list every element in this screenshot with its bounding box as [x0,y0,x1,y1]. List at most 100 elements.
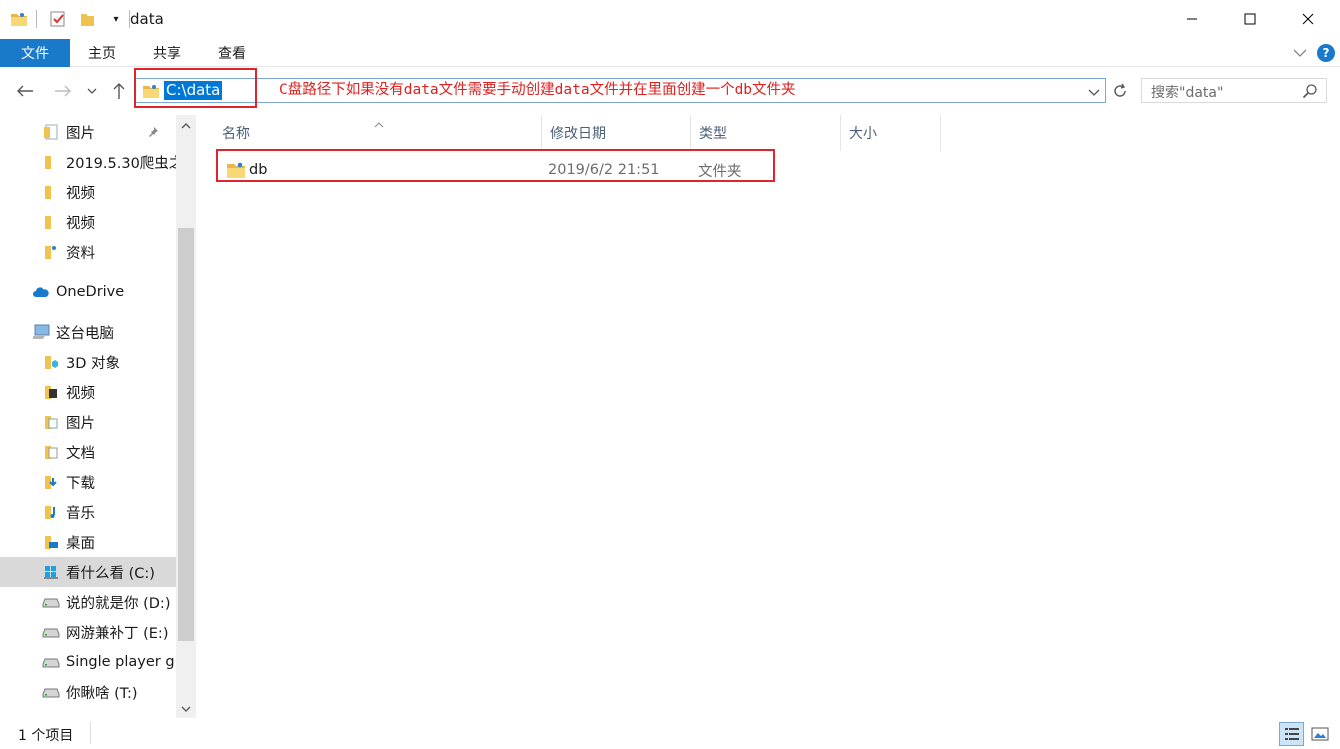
sidebar-item-label: 资料 [66,245,95,262]
sidebar-item-videos-1[interactable]: 视频 [0,177,176,207]
videos-icon [42,383,60,401]
sidebar-item-label: Single player g [66,654,175,670]
sidebar-item-label: 图片 [66,125,95,142]
chevron-down-icon [1293,49,1307,57]
column-header-size[interactable]: 大小 [841,115,941,151]
status-divider [90,722,91,744]
pictures-folder-icon [42,123,60,141]
column-header-name[interactable]: 名称 [214,115,542,151]
forward-button[interactable] [51,79,75,103]
sidebar-item-desktop[interactable]: 桌面 [0,527,176,557]
sidebar-item-videos[interactable]: 视频 [0,377,176,407]
item-count: 1 个项目 [18,728,74,744]
windows-drive-icon [42,563,60,581]
minimize-icon [1187,18,1197,20]
downloads-icon [42,473,60,491]
cloud-icon [32,283,50,301]
sidebar-item-documents[interactable]: 文档 [0,437,176,467]
sidebar-item-label: 这台电脑 [56,325,114,342]
back-arrow-icon [17,85,33,97]
up-arrow-icon [113,83,125,99]
drive-icon [42,683,60,701]
column-header-type[interactable]: 类型 [691,115,841,151]
sidebar-item-label: 下载 [66,475,95,492]
tab-file[interactable]: 文件 [0,39,70,67]
large-icons-view-button[interactable] [1307,722,1332,746]
scrollbar-thumb[interactable] [178,228,194,641]
annotation-highlight-box [216,149,775,182]
sidebar-item-label: 你瞅啥 (T:) [66,685,138,702]
drive-icon [42,623,60,641]
chevron-up-icon [181,122,191,129]
address-bar[interactable]: C:\data C盘路径下如果没有data文件需要手动创建data文件并在里面创… [135,78,1106,103]
pin-icon[interactable] [147,126,159,138]
up-button[interactable] [107,79,131,103]
sidebar-item-drive-e[interactable]: 网游兼补丁 (E:) [0,617,176,647]
sidebar-item-this-pc[interactable]: 这台电脑 [0,317,176,347]
sidebar-scrollbar[interactable] [176,115,196,718]
annotation-text: C盘路径下如果没有data文件需要手动创建data文件并在里面创建一个db文件夹 [279,82,796,98]
quick-access-toolbar: ▾ [10,8,130,30]
folder-icon [42,183,60,201]
close-button[interactable] [1285,0,1331,38]
sidebar-item-label: 3D 对象 [66,355,120,372]
customize-toolbar-chevron-icon[interactable]: ▾ [109,10,123,28]
sidebar-item-pictures-pc[interactable]: 图片 [0,407,176,437]
search-input[interactable]: 搜索"data" [1141,78,1327,103]
status-bar: 1 个项目 [0,718,1340,749]
expand-ribbon-button[interactable] [1292,45,1308,61]
sidebar-item-label: 图片 [66,415,95,432]
tab-share[interactable]: 共享 [153,39,181,67]
sidebar-item-videos-2[interactable]: 视频 [0,207,176,237]
details-view-button[interactable] [1279,722,1304,746]
back-button[interactable] [13,79,37,103]
sidebar-item-music[interactable]: 音乐 [0,497,176,527]
sidebar-item-drive-c[interactable]: 看什么看 (C:) [0,557,176,587]
scroll-up-button[interactable] [180,119,192,129]
sidebar-item-label: 2019.5.30爬虫之 [66,155,176,172]
search-icon[interactable] [1302,83,1318,99]
sidebar-item-label: 桌面 [66,535,95,552]
sidebar-item-label: 网游兼补丁 (E:) [66,625,169,642]
sidebar-item-downloads[interactable]: 下载 [0,467,176,497]
properties-icon[interactable] [49,10,67,28]
3d-objects-icon [42,353,60,371]
drive-icon [42,593,60,611]
sidebar-item-3d-objects[interactable]: 3D 对象 [0,347,176,377]
recent-locations-button[interactable] [82,79,102,103]
sidebar-item-onedrive[interactable]: OneDrive [0,277,176,307]
maximize-button[interactable] [1227,0,1273,38]
sidebar-item-materials[interactable]: 资料 [0,237,176,267]
tab-view[interactable]: 查看 [218,39,246,67]
navigation-pane: 图片 2019.5.30爬虫之 视频 视频 资料 OneDrive 这台电脑 3… [0,115,196,718]
details-view-icon [1284,728,1299,740]
new-folder-icon[interactable] [79,10,97,28]
drive-icon [42,653,60,671]
scroll-down-button[interactable] [180,702,192,713]
minimize-button[interactable] [1169,0,1215,38]
address-history-dropdown[interactable] [1088,85,1100,97]
sidebar-item-pictures[interactable]: 图片 [0,117,176,147]
chevron-down-icon [1088,89,1100,96]
sidebar-item-crawler-folder[interactable]: 2019.5.30爬虫之 [0,147,176,177]
sidebar-item-drive-d[interactable]: 说的就是你 (D:) [0,587,176,617]
sidebar-item-drive-single-player[interactable]: Single player g [0,647,176,677]
sidebar-item-label: 文档 [66,445,95,462]
close-icon [1302,13,1314,25]
folder-icon [42,243,60,261]
folder-app-icon [10,10,28,28]
desktop-icon [42,533,60,551]
ribbon-tabs: 文件 主页 共享 查看 ? [0,39,1340,67]
refresh-button[interactable] [1108,78,1132,103]
sidebar-item-label: 视频 [66,215,95,232]
search-placeholder: 搜索"data" [1151,85,1224,101]
sidebar-item-label: 说的就是你 (D:) [66,595,171,612]
sidebar-item-drive-t[interactable]: 你瞅啥 (T:) [0,677,176,707]
maximize-icon [1244,13,1256,25]
sidebar-item-label: OneDrive [56,284,125,300]
column-header-date[interactable]: 修改日期 [542,115,691,151]
tab-home[interactable]: 主页 [88,39,116,67]
help-button[interactable]: ? [1317,44,1335,62]
forward-arrow-icon [55,85,71,97]
folder-icon [42,213,60,231]
